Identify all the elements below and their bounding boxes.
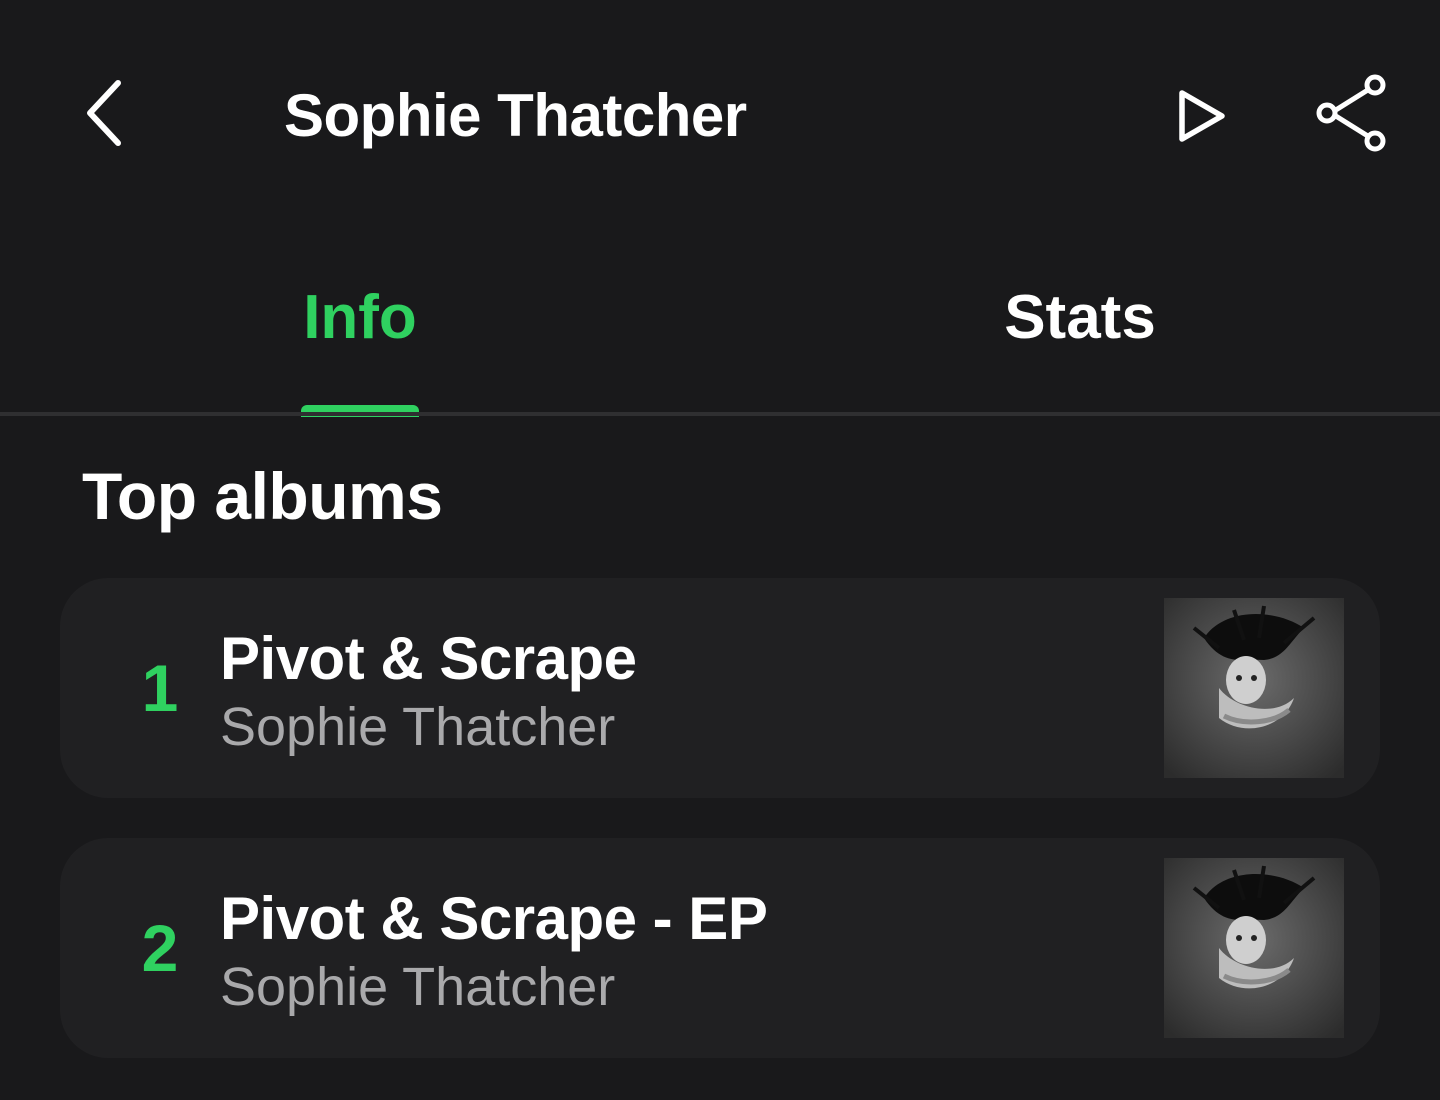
album-list-item[interactable]: 1 Pivot & Scrape Sophie Thatcher (60, 578, 1380, 798)
album-rank: 1 (141, 651, 179, 725)
chevron-left-icon (87, 80, 121, 146)
tab-stats-label: Stats (1004, 283, 1156, 352)
share-icon (1316, 74, 1386, 152)
album-cover-image (1164, 598, 1344, 778)
album-list-item[interactable]: 2 Pivot & Scrape - EP Sophie Thatcher (60, 838, 1380, 1058)
top-bar: Sophie Thatcher (0, 0, 1440, 230)
section-title: Top albums (82, 459, 443, 533)
artist-screen: Sophie Thatcher Info Stats Top albums 1 … (0, 0, 1440, 1100)
back-button[interactable] (70, 70, 140, 156)
tab-info[interactable]: Info (0, 240, 720, 416)
tab-bar: Info Stats (0, 240, 1440, 417)
play-button[interactable] (1160, 78, 1240, 154)
page-title: Sophie Thatcher (284, 82, 747, 149)
album-title: Pivot & Scrape - EP (220, 885, 768, 952)
share-button[interactable] (1310, 70, 1392, 156)
tabs-divider (0, 412, 1440, 416)
play-icon (1179, 90, 1225, 142)
tab-info-label: Info (303, 283, 417, 352)
album-cover-image (1164, 858, 1344, 1038)
album-artist: Sophie Thatcher (220, 957, 616, 1017)
album-rank: 2 (141, 911, 179, 985)
album-title: Pivot & Scrape (220, 625, 637, 692)
tab-stats[interactable]: Stats (720, 240, 1440, 416)
album-artist: Sophie Thatcher (220, 697, 616, 757)
